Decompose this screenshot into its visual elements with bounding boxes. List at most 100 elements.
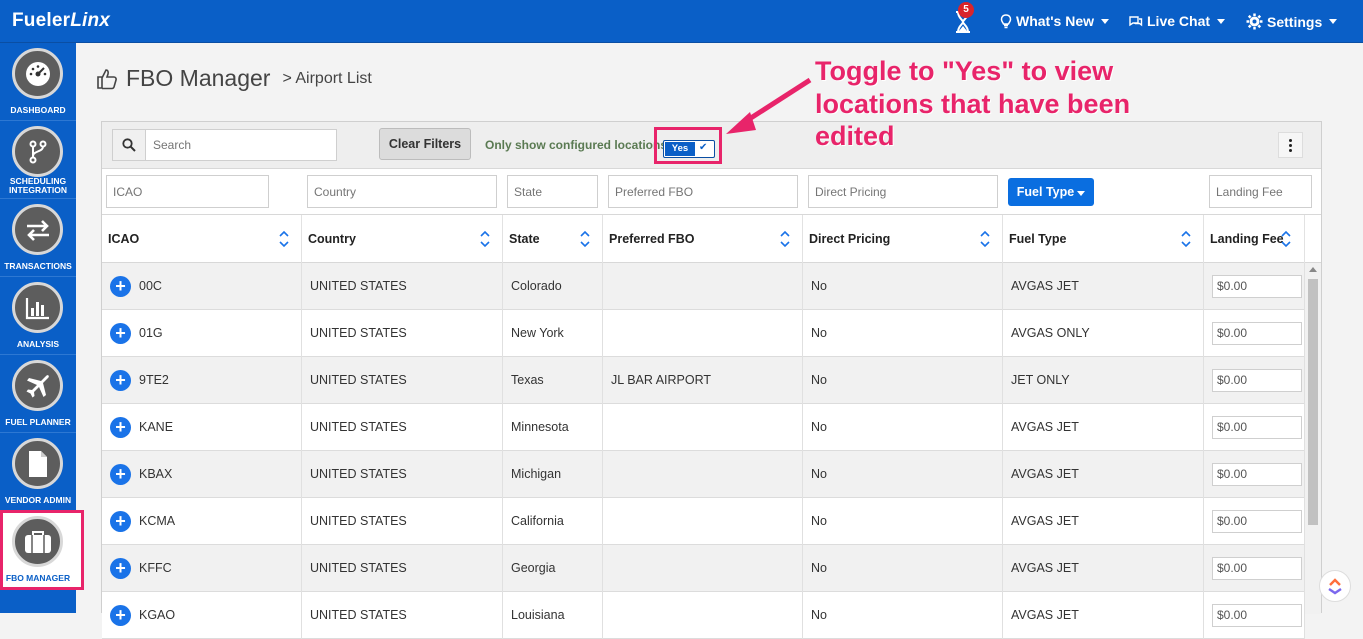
sidebar-item-fuel-planner[interactable]: FUEL PLANNER [0, 355, 76, 433]
fuel-value: AVGAS JET [1011, 514, 1079, 528]
landing-fee-input[interactable]: $0.00 [1212, 322, 1302, 345]
search-icon[interactable] [113, 130, 146, 160]
table-row[interactable]: + KBAX UNITED STATES Michigan No AVGAS JET $0.… [102, 451, 1305, 498]
column-header-direct[interactable]: Direct Pricing [803, 215, 1003, 263]
cell-fee: $0.00 [1204, 545, 1305, 592]
cell-fuel: AVGAS JET [1003, 545, 1204, 592]
breadcrumb[interactable]: > Airport List [282, 70, 371, 88]
cell-fuel: AVGAS ONLY [1003, 310, 1204, 357]
clear-filters-button[interactable]: Clear Filters [379, 128, 471, 160]
landing-fee-input[interactable]: $0.00 [1212, 510, 1302, 533]
state-value: Georgia [511, 561, 556, 575]
expand-plus-icon[interactable]: + [110, 417, 131, 438]
sort-icon[interactable] [779, 229, 791, 249]
cell-state: New York [503, 310, 603, 357]
fuel-value: AVGAS JET [1011, 467, 1079, 481]
branch-icon [12, 126, 63, 177]
only-configured-label: Only show configured locations [485, 138, 668, 152]
fuel-value: AVGAS JET [1011, 279, 1079, 293]
expand-plus-icon[interactable]: + [110, 558, 131, 579]
sort-icon[interactable] [1280, 229, 1292, 249]
sidebar-item-transactions[interactable]: TRANSACTIONS [0, 199, 76, 277]
expand-plus-icon[interactable]: + [110, 370, 131, 391]
sidebar-item-analysis[interactable]: ANALYSIS [0, 277, 76, 355]
cell-fee: $0.00 [1204, 310, 1305, 357]
icao-value: KCMA [139, 514, 176, 528]
expand-plus-icon[interactable]: + [110, 323, 131, 344]
state-filter[interactable] [507, 175, 598, 208]
column-header-fuel[interactable]: Fuel Type [1003, 215, 1204, 263]
cell-icao: + KGAO [102, 592, 302, 639]
column-header-icao[interactable]: ICAO [102, 215, 302, 263]
cell-fuel: AVGAS JET [1003, 263, 1204, 310]
direct-value: No [811, 514, 827, 528]
more-options-icon[interactable] [1278, 132, 1303, 158]
country-filter[interactable] [307, 175, 497, 208]
fuel-value: AVGAS JET [1011, 420, 1079, 434]
landing-fee-input[interactable]: $0.00 [1212, 557, 1302, 580]
column-header-label: Preferred FBO [609, 232, 695, 246]
expand-plus-icon[interactable]: + [110, 511, 131, 532]
landing-fee-input[interactable]: $0.00 [1212, 416, 1302, 439]
cell-fbo [603, 498, 803, 545]
search-box[interactable] [112, 129, 337, 161]
only-configured-toggle[interactable]: Yes ✔ [663, 140, 715, 158]
expand-plus-icon[interactable]: + [110, 464, 131, 485]
cell-fbo [603, 451, 803, 498]
fuel-type-filter-button[interactable]: Fuel Type [1008, 178, 1094, 206]
cell-state: California [503, 498, 603, 545]
clickup-icon[interactable] [1319, 570, 1351, 602]
landing-fee-input[interactable]: $0.00 [1212, 463, 1302, 486]
direct-value: No [811, 279, 827, 293]
table-row[interactable]: +01G UNITED STATES New York No AVGAS ONLY $0.… [102, 310, 1305, 357]
live-chat-menu[interactable]: Live Chat [1128, 13, 1226, 29]
sidebar-item-label: TRANSACTIONS [4, 261, 72, 271]
landing-fee-input[interactable]: $0.00 [1212, 369, 1302, 392]
column-header-fbo[interactable]: Preferred FBO [603, 215, 803, 263]
scrollbar[interactable] [1305, 263, 1321, 614]
sidebar-item-scheduling-integration[interactable]: SCHEDULING INTEGRATION [0, 121, 76, 199]
scroll-up-arrow[interactable] [1309, 267, 1317, 272]
sort-icon[interactable] [479, 229, 491, 249]
brand-logo[interactable]: FuelerLinx [12, 10, 110, 32]
landing-fee-filter[interactable] [1209, 175, 1312, 208]
country-value: UNITED STATES [310, 561, 407, 575]
whats-new-menu[interactable]: What's New [1000, 13, 1110, 29]
expand-plus-icon[interactable]: + [110, 605, 131, 626]
cell-state: Colorado [503, 263, 603, 310]
state-value: Minnesota [511, 420, 569, 434]
cell-state: Texas [503, 357, 603, 404]
cell-fbo [603, 545, 803, 592]
cell-icao: +9TE2 [102, 357, 302, 404]
table-row[interactable]: +00C UNITED STATES Colorado No AVGAS JET $0.0… [102, 263, 1305, 310]
sort-icon[interactable] [278, 229, 290, 249]
fuel-value: JET ONLY [1011, 373, 1070, 387]
table-row[interactable]: + KGAO UNITED STATES Louisiana No AVGAS JET $0… [102, 592, 1305, 639]
column-header-state[interactable]: State [503, 215, 603, 263]
sort-icon[interactable] [579, 229, 591, 249]
sidebar-item-dashboard[interactable]: DASHBOARD [0, 43, 76, 121]
speedometer-icon [12, 48, 63, 99]
column-header-country[interactable]: Country [302, 215, 503, 263]
table-row[interactable]: + KCMA UNITED STATES California No AVGAS JET $… [102, 498, 1305, 545]
table-row[interactable]: + KFFC UNITED STATES Georgia No AVGAS JET $0.0… [102, 545, 1305, 592]
state-value: Texas [511, 373, 544, 387]
sidebar-item-vendor-admin[interactable]: VENDOR ADMIN [0, 433, 76, 511]
table-row[interactable]: + KANE UNITED STATES Minnesota No AVGAS JET $0… [102, 404, 1305, 451]
icao-filter[interactable] [106, 175, 269, 208]
scroll-thumb[interactable] [1308, 279, 1318, 525]
expand-plus-icon[interactable]: + [110, 276, 131, 297]
preferred-fbo-filter[interactable] [608, 175, 798, 208]
direct-pricing-filter[interactable] [808, 175, 998, 208]
sidebar-item-fbo-manager[interactable]: FBO MANAGER [0, 510, 84, 590]
sort-icon[interactable] [979, 229, 991, 249]
search-input[interactable] [151, 137, 331, 153]
sidebar-item-label: FUEL PLANNER [5, 417, 71, 427]
landing-fee-input[interactable]: $0.00 [1212, 275, 1302, 298]
sort-icon[interactable] [1180, 229, 1192, 249]
landing-fee-input[interactable]: $0.00 [1212, 604, 1302, 627]
settings-menu[interactable]: Settings [1246, 13, 1338, 30]
table-row[interactable]: +9TE2 UNITED STATES Texas JL BAR AIRPORT No J… [102, 357, 1305, 404]
column-header-fee[interactable]: Landing Fee [1204, 215, 1305, 263]
annotation-callout: Toggle to "Yes" to view locations that h… [815, 56, 1131, 151]
